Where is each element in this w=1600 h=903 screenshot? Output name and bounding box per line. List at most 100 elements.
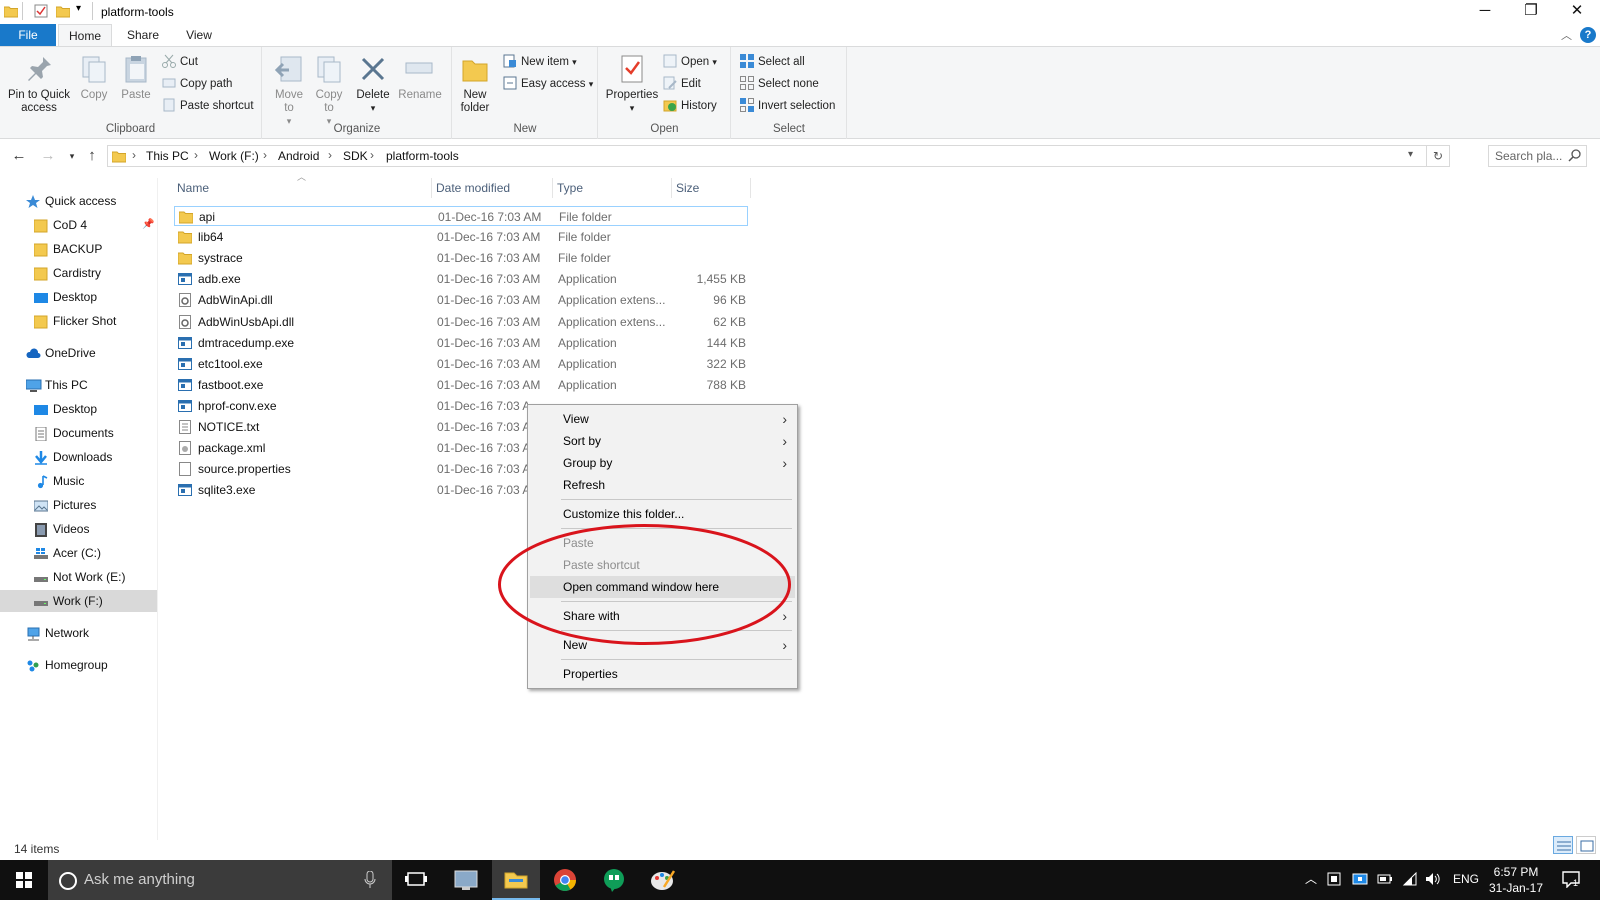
file-row[interactable]: AdbWinUsbApi.dll 01-Dec-16 7:03 AM Applica… [174,312,748,332]
nav-pc-item[interactable]: Downloads [0,446,157,468]
details-view-button[interactable] [1553,836,1573,854]
tab-share[interactable]: Share [116,24,170,47]
customize-quick-access-icon[interactable]: ▾ [76,3,81,19]
close-button[interactable]: ✕ [1554,0,1600,24]
wifi-icon[interactable] [1402,871,1418,889]
taskbar-hangouts-icon[interactable] [590,860,638,900]
start-button[interactable] [0,860,48,900]
forward-arrow-icon[interactable]: → [38,145,58,167]
invert-selection-button[interactable]: Invert selection [740,96,835,116]
search-input[interactable]: Search pla... [1488,145,1587,167]
battery-icon[interactable] [1377,872,1393,889]
help-icon[interactable]: ? [1580,27,1596,43]
minimize-button[interactable]: ─ [1462,0,1508,24]
recent-locations-chevron-icon[interactable]: ▾ [62,145,82,167]
taskbar-file-explorer-icon[interactable] [492,860,540,900]
breadcrumb-platform-tools[interactable]: platform-tools [386,149,459,163]
copy-to-button[interactable]: Copy to ▾ [311,53,347,128]
nav-quick-access[interactable]: Quick access [0,190,157,212]
new-folder-quick-icon[interactable] [55,4,71,20]
tab-view[interactable]: View [172,24,226,47]
file-row[interactable]: fastboot.exe 01-Dec-16 7:03 AM Application… [174,375,748,395]
taskbar-chrome-icon[interactable] [541,860,589,900]
copy-path-button[interactable]: Copy path [162,74,232,94]
collapse-ribbon-icon[interactable]: ︿ [1561,27,1572,43]
breadcrumb-this-pc[interactable]: This PC [146,149,189,163]
volume-icon[interactable] [1425,872,1441,889]
rename-button[interactable]: Rename [397,53,443,102]
up-arrow-icon[interactable]: ↑ [82,145,102,167]
taskbar-paint-icon[interactable] [638,860,686,900]
properties-button[interactable]: Properties ▾ [605,53,659,115]
menu-item-properties[interactable]: Properties [530,663,795,685]
input-language[interactable]: ENG [1453,872,1479,886]
edit-button[interactable]: Edit [663,74,701,94]
nav-pc-item[interactable]: Acer (C:) [0,542,157,564]
cut-button[interactable]: Cut [162,52,198,72]
address-bar[interactable]: › This PC › Work (F:) › Android › SDK › … [107,145,1450,167]
new-folder-button[interactable]: New folder [457,53,493,115]
paste-button[interactable]: Paste [116,53,156,102]
back-arrow-icon[interactable]: ← [9,145,29,167]
column-header-name[interactable]: Name [173,178,432,198]
microphone-icon[interactable] [364,870,376,892]
nav-onedrive[interactable]: OneDrive [0,342,157,364]
tray-keyboard-icon[interactable] [1352,872,1368,889]
history-button[interactable]: History [663,96,717,116]
breadcrumb-android[interactable]: Android [278,149,319,163]
menu-item-refresh[interactable]: Refresh [530,474,795,496]
breadcrumb-work-f[interactable]: Work (F:) [209,149,259,163]
nav-pc-item[interactable]: Videos [0,518,157,540]
menu-item-sort-by[interactable]: Sort by › [530,430,795,452]
nav-pc-item[interactable]: Documents [0,422,157,444]
nav-quick-item[interactable]: Desktop [0,286,157,308]
delete-button[interactable]: Delete ▾ [353,53,393,115]
menu-item-group-by[interactable]: Group by › [530,452,795,474]
easy-access-button[interactable]: Easy access ▾ [503,74,593,94]
column-header-type[interactable]: Type [553,178,672,198]
select-none-button[interactable]: Select none [740,74,819,94]
breadcrumb-sdk[interactable]: SDK [343,149,368,163]
large-icons-view-button[interactable] [1576,836,1596,854]
nav-pc-item[interactable]: Music [0,470,157,492]
file-row[interactable]: systrace 01-Dec-16 7:03 AM File folder [174,248,748,268]
nav-pc-item[interactable]: Desktop [0,398,157,420]
file-row[interactable]: lib64 01-Dec-16 7:03 AM File folder [174,227,748,247]
nav-network[interactable]: Network [0,622,157,644]
copy-button[interactable]: Copy [76,53,112,102]
maximize-button[interactable]: ❐ [1508,0,1554,24]
select-all-button[interactable]: Select all [740,52,805,72]
tab-file[interactable]: File [0,24,56,47]
pin-icon[interactable]: 📌 [142,214,154,236]
properties-quick-icon[interactable] [34,4,48,20]
move-to-button[interactable]: Move to ▾ [271,53,307,128]
paste-shortcut-button[interactable]: Paste shortcut [162,96,254,116]
file-row[interactable]: api 01-Dec-16 7:03 AM File folder [174,206,748,226]
nav-this-pc[interactable]: This PC [0,374,157,396]
column-header-date[interactable]: Date modified [432,178,553,198]
nav-pc-item[interactable]: Not Work (E:) [0,566,157,588]
nav-homegroup[interactable]: Homegroup [0,654,157,676]
tab-home[interactable]: Home [58,24,112,47]
file-row[interactable]: AdbWinApi.dll 01-Dec-16 7:03 AM Applicatio… [174,290,748,310]
nav-quick-item[interactable]: Flicker Shot [0,310,157,332]
show-hidden-icons-chevron-icon[interactable]: ︿ [1305,870,1317,887]
file-row[interactable]: adb.exe 01-Dec-16 7:03 AM Application 1,455… [174,269,748,289]
pin-to-quick-access-button[interactable]: Pin to Quick access [4,53,74,115]
nav-quick-item[interactable]: Cardistry [0,262,157,284]
taskbar-clock[interactable]: 6:57 PM 31-Jan-17 [1481,864,1551,896]
nav-quick-item[interactable]: BACKUP [0,238,157,260]
column-header-size[interactable]: Size [672,178,751,198]
address-dropdown-chevron-icon[interactable]: ▾ [1408,149,1413,160]
nav-pc-item[interactable]: Pictures [0,494,157,516]
task-view-button[interactable] [392,860,440,900]
open-button[interactable]: Open ▾ [663,52,717,72]
tray-app-icon[interactable] [1327,872,1341,889]
taskbar-app-monitor-icon[interactable] [442,860,490,900]
new-item-button[interactable]: New item ▾ [503,52,577,72]
action-center-icon[interactable]: 1 [1562,870,1580,891]
nav-pc-item-selected[interactable]: Work (F:) [0,590,157,612]
file-row[interactable]: dmtracedump.exe 01-Dec-16 7:03 AM Applicat… [174,333,748,353]
file-row[interactable]: etc1tool.exe 01-Dec-16 7:03 AM Application… [174,354,748,374]
nav-quick-item[interactable]: CoD 4 📌 [0,214,157,236]
